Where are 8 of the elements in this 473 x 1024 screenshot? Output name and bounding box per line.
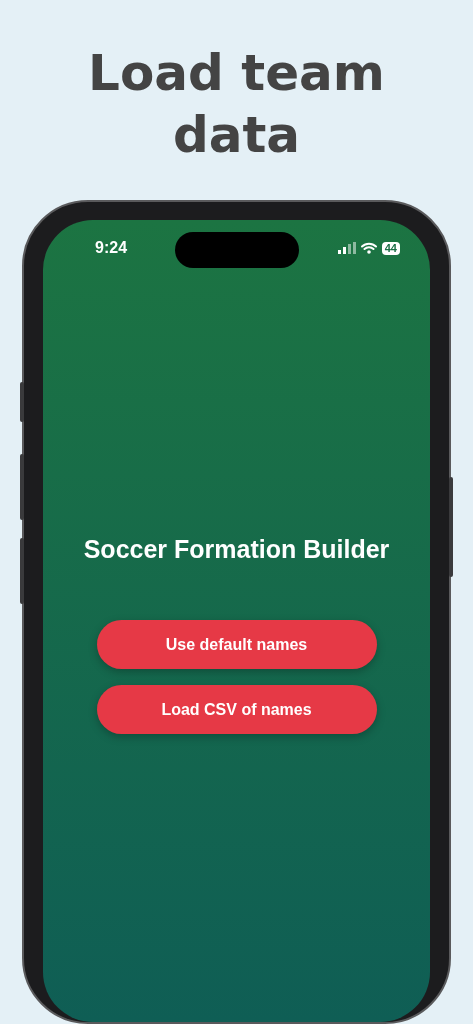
status-time: 9:24 bbox=[95, 238, 128, 258]
wifi-icon bbox=[360, 242, 377, 254]
app-title: Soccer Formation Builder bbox=[82, 534, 391, 564]
headline: Load team data bbox=[87, 43, 386, 166]
signal-icon bbox=[337, 242, 356, 254]
battery-level: 44 bbox=[381, 241, 400, 255]
action-button[interactable]: Use default names bbox=[96, 620, 377, 669]
action-button[interactable]: Load CSV of names bbox=[96, 685, 377, 734]
